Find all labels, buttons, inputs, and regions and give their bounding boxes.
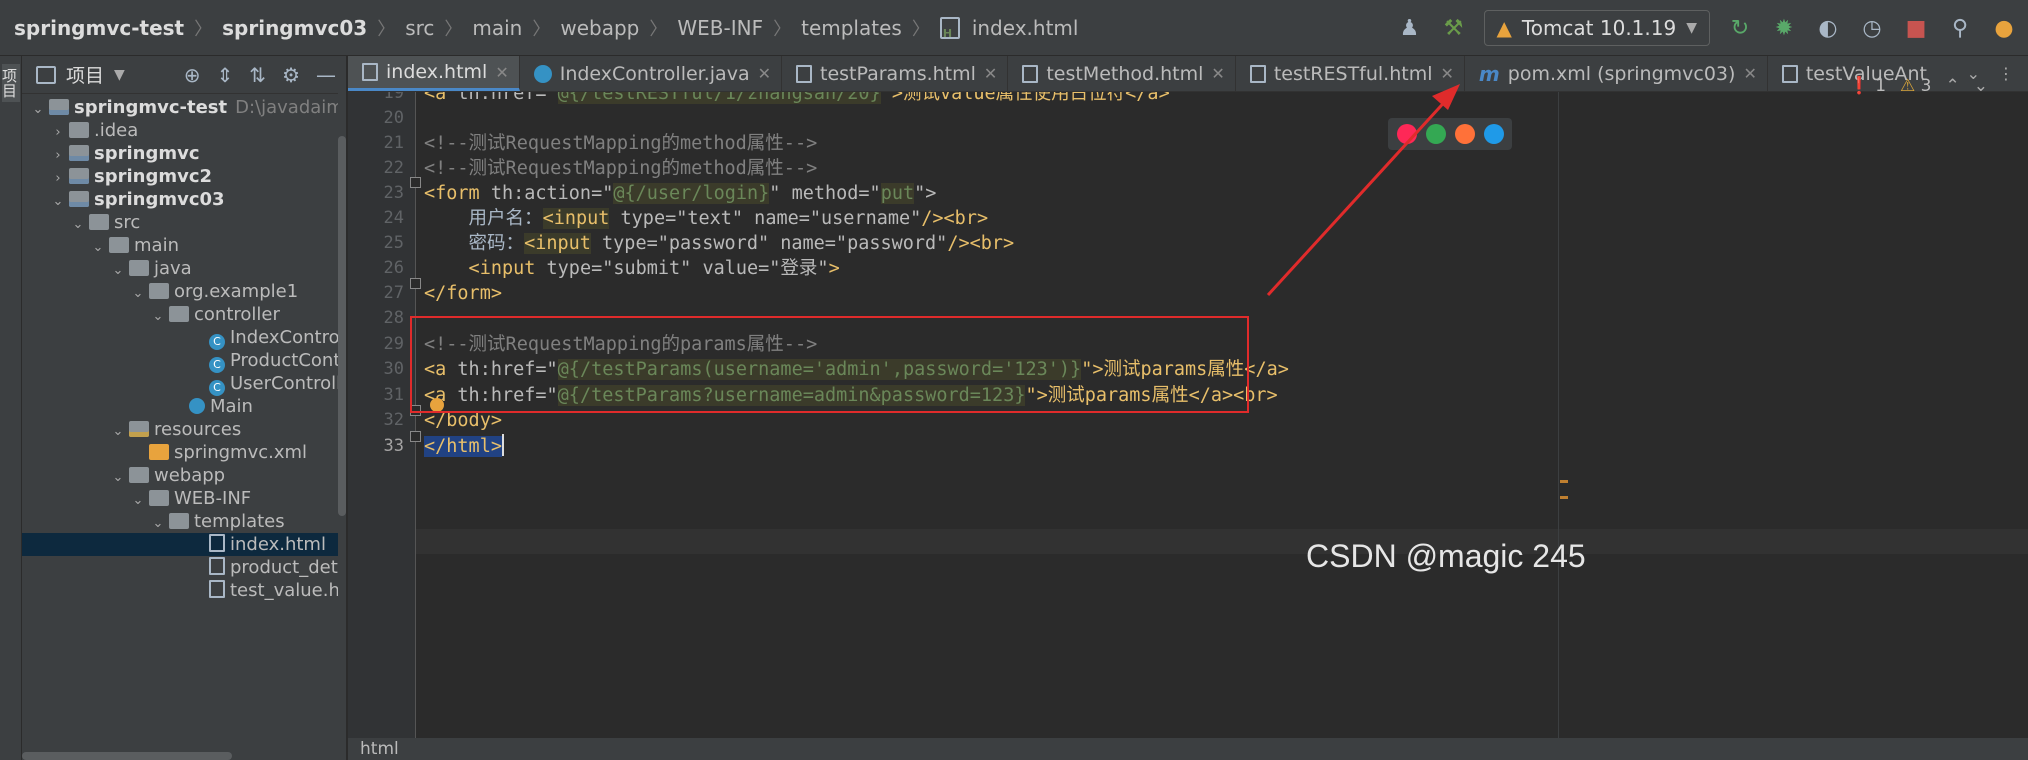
annotation-arrow <box>1266 84 1460 297</box>
watermark: CSDN @magic 245 <box>1306 538 1586 574</box>
editor-scrollbar[interactable] <box>1558 92 1568 738</box>
editor-breadcrumb[interactable]: html <box>348 738 2028 760</box>
